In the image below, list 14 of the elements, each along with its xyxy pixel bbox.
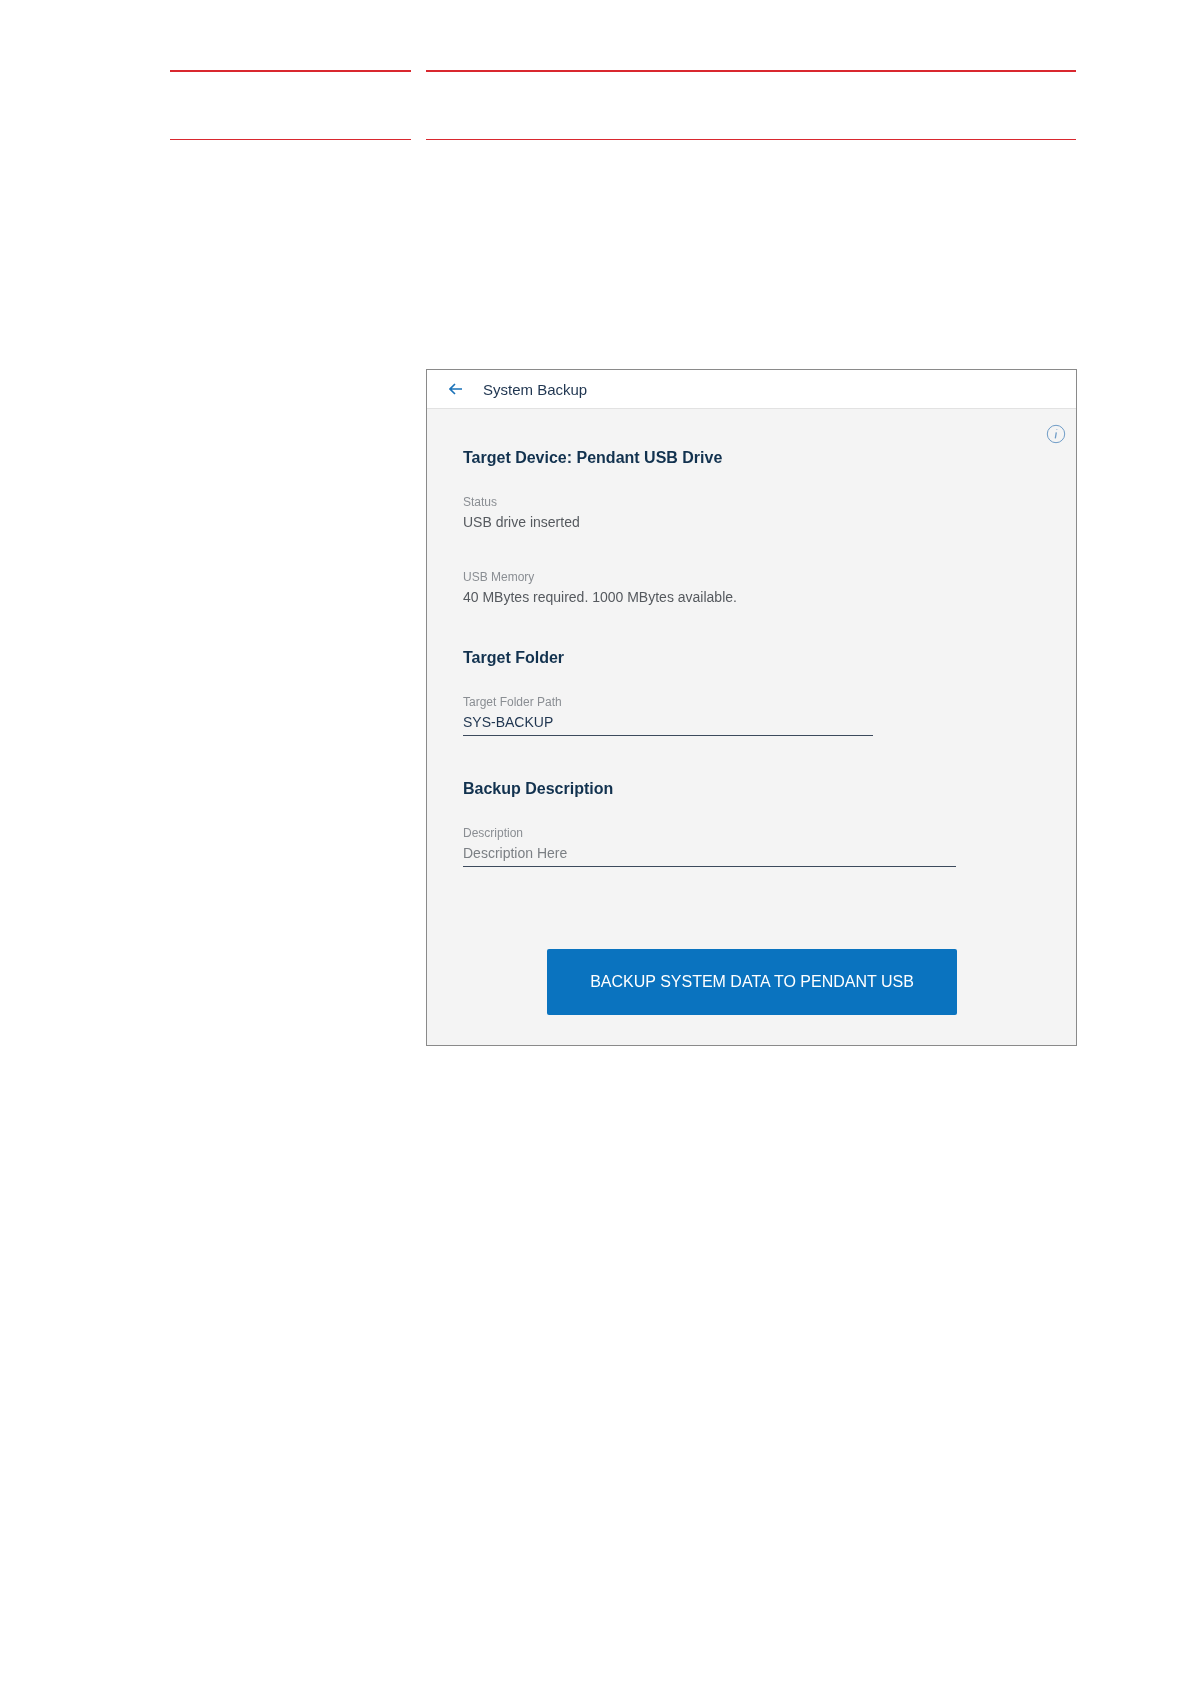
info-label: USB Memory — [463, 570, 536, 584]
info-value: 40 MBytes required. 1000 MBytes available. — [463, 589, 738, 605]
backup-button[interactable]: BACKUP SYSTEM DATA TO PENDANT USB — [547, 949, 957, 1015]
folder-path-field[interactable]: SYS-BACKUP — [463, 714, 873, 736]
info-value: USB drive inserted — [463, 514, 581, 530]
field-label: Description — [463, 826, 525, 840]
field-label: Target Folder Path — [463, 695, 563, 709]
info-label: Status — [463, 495, 499, 509]
description-field[interactable]: Description Here — [463, 845, 956, 867]
section-heading: Backup Description — [463, 780, 615, 798]
section-heading: Target Folder — [463, 649, 566, 667]
window-title: System Backup — [483, 380, 588, 398]
back-arrow-icon[interactable] — [449, 383, 463, 395]
section-heading: Target Device: Pendant USB Drive — [463, 449, 724, 467]
